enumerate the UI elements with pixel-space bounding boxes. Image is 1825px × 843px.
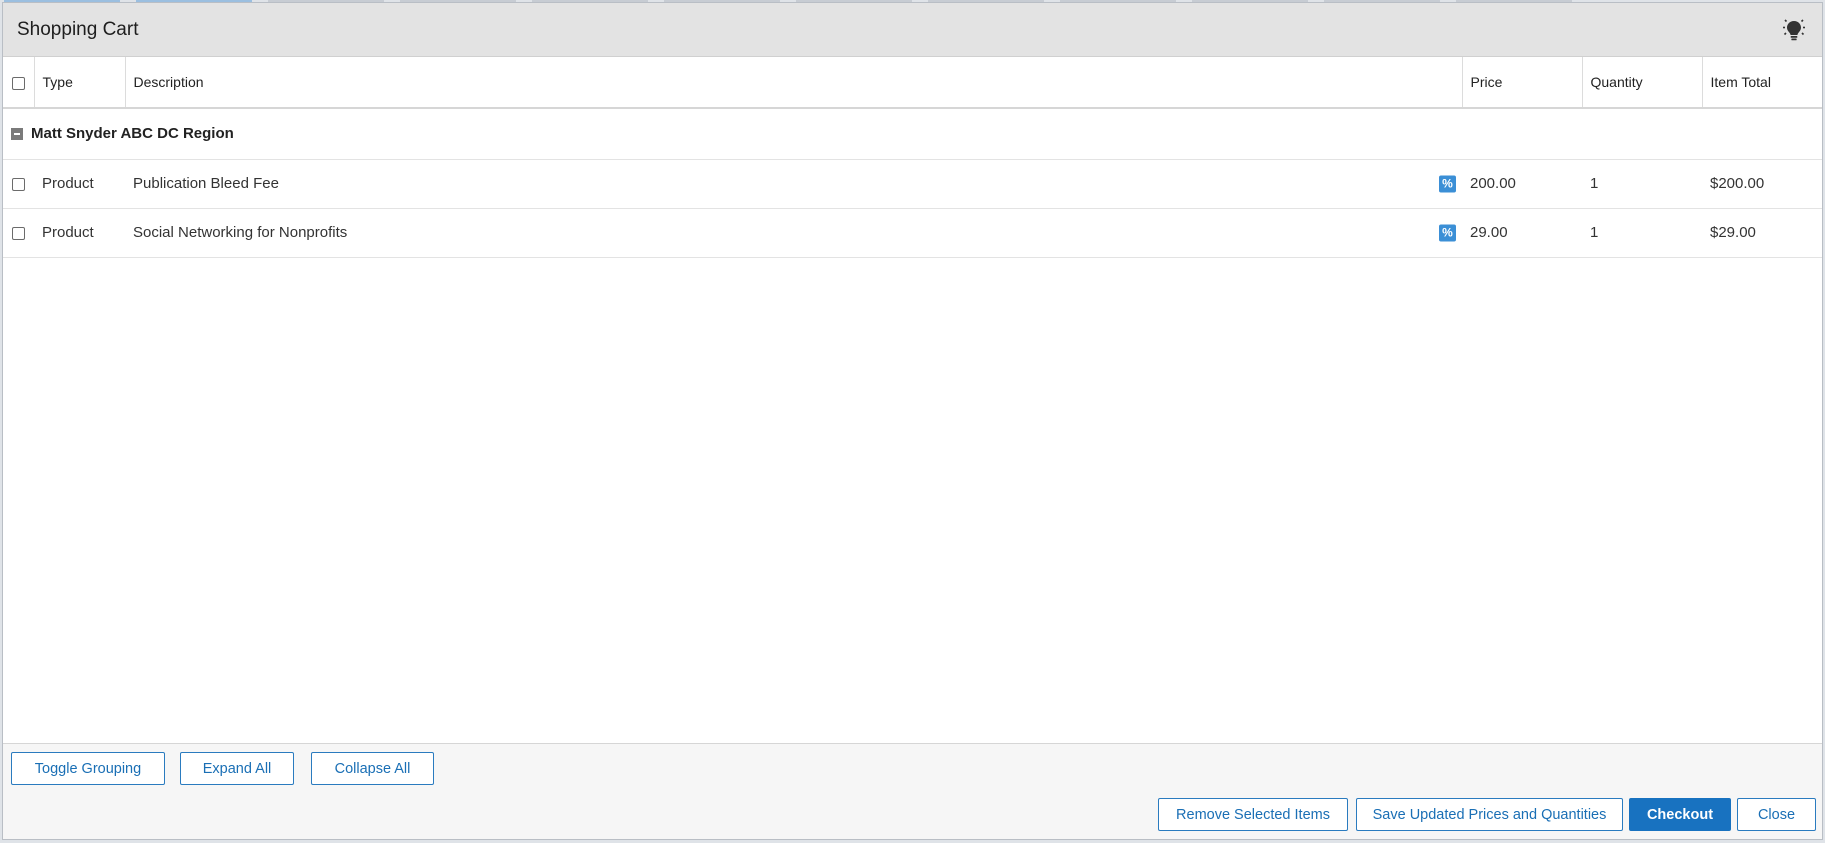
dialog-title-bar: Shopping Cart [3, 3, 1822, 57]
shopping-cart-dialog: Shopping Cart Type Description Price Qua… [2, 2, 1823, 840]
save-updated-prices-button[interactable]: Save Updated Prices and Quantities [1356, 798, 1623, 831]
lightbulb-icon[interactable] [1780, 16, 1808, 44]
checkout-button[interactable]: Checkout [1629, 798, 1731, 831]
table-row: Product Publication Bleed Fee % 200.00 1… [3, 159, 1822, 209]
toggle-grouping-button[interactable]: Toggle Grouping [11, 752, 165, 785]
item-price[interactable]: 200.00 [1462, 159, 1582, 209]
column-header-description[interactable]: Description [125, 57, 1463, 109]
dialog-footer: Toggle Grouping Expand All Collapse All … [3, 743, 1822, 839]
table-row: Product Social Networking for Nonprofits… [3, 208, 1822, 258]
group-label: Matt Snyder ABC DC Region [31, 125, 234, 143]
dialog-title: Shopping Cart [17, 18, 139, 40]
item-quantity[interactable]: 1 [1582, 159, 1702, 209]
remove-selected-items-button[interactable]: Remove Selected Items [1158, 798, 1348, 831]
item-price[interactable]: 29.00 [1462, 208, 1582, 258]
percent-icon[interactable]: % [1439, 224, 1456, 241]
collapse-all-button[interactable]: Collapse All [311, 752, 434, 785]
percent-icon[interactable]: % [1439, 175, 1456, 192]
item-type: Product [34, 159, 125, 209]
column-header-item-total[interactable]: Item Total [1702, 57, 1822, 109]
row-checkbox[interactable] [12, 177, 25, 191]
item-description: Publication Bleed Fee [133, 175, 279, 192]
group-row: Matt Snyder ABC DC Region [3, 108, 1822, 160]
column-header-price[interactable]: Price [1462, 57, 1583, 109]
item-total: $200.00 [1702, 159, 1822, 209]
item-type: Product [34, 208, 125, 258]
group-cell: Matt Snyder ABC DC Region [3, 108, 1822, 160]
column-header-type[interactable]: Type [34, 57, 126, 109]
grid-header: Type Description Price Quantity Item Tot… [3, 57, 1822, 109]
row-checkbox-cell [3, 208, 34, 258]
select-all-checkbox[interactable] [11, 76, 25, 90]
item-description-cell: Social Networking for Nonprofits % [125, 208, 1462, 258]
cart-grid: Type Description Price Quantity Item Tot… [3, 57, 1822, 743]
expand-all-button[interactable]: Expand All [180, 752, 294, 785]
column-header-quantity[interactable]: Quantity [1582, 57, 1703, 109]
item-quantity[interactable]: 1 [1582, 208, 1702, 258]
item-description: Social Networking for Nonprofits [133, 224, 348, 241]
row-checkbox-cell [3, 159, 34, 209]
row-checkbox[interactable] [12, 226, 25, 240]
close-button[interactable]: Close [1737, 798, 1816, 831]
select-all-header [3, 57, 35, 109]
collapse-icon[interactable] [11, 128, 23, 141]
item-description-cell: Publication Bleed Fee % [125, 159, 1462, 209]
item-total: $29.00 [1702, 208, 1822, 258]
